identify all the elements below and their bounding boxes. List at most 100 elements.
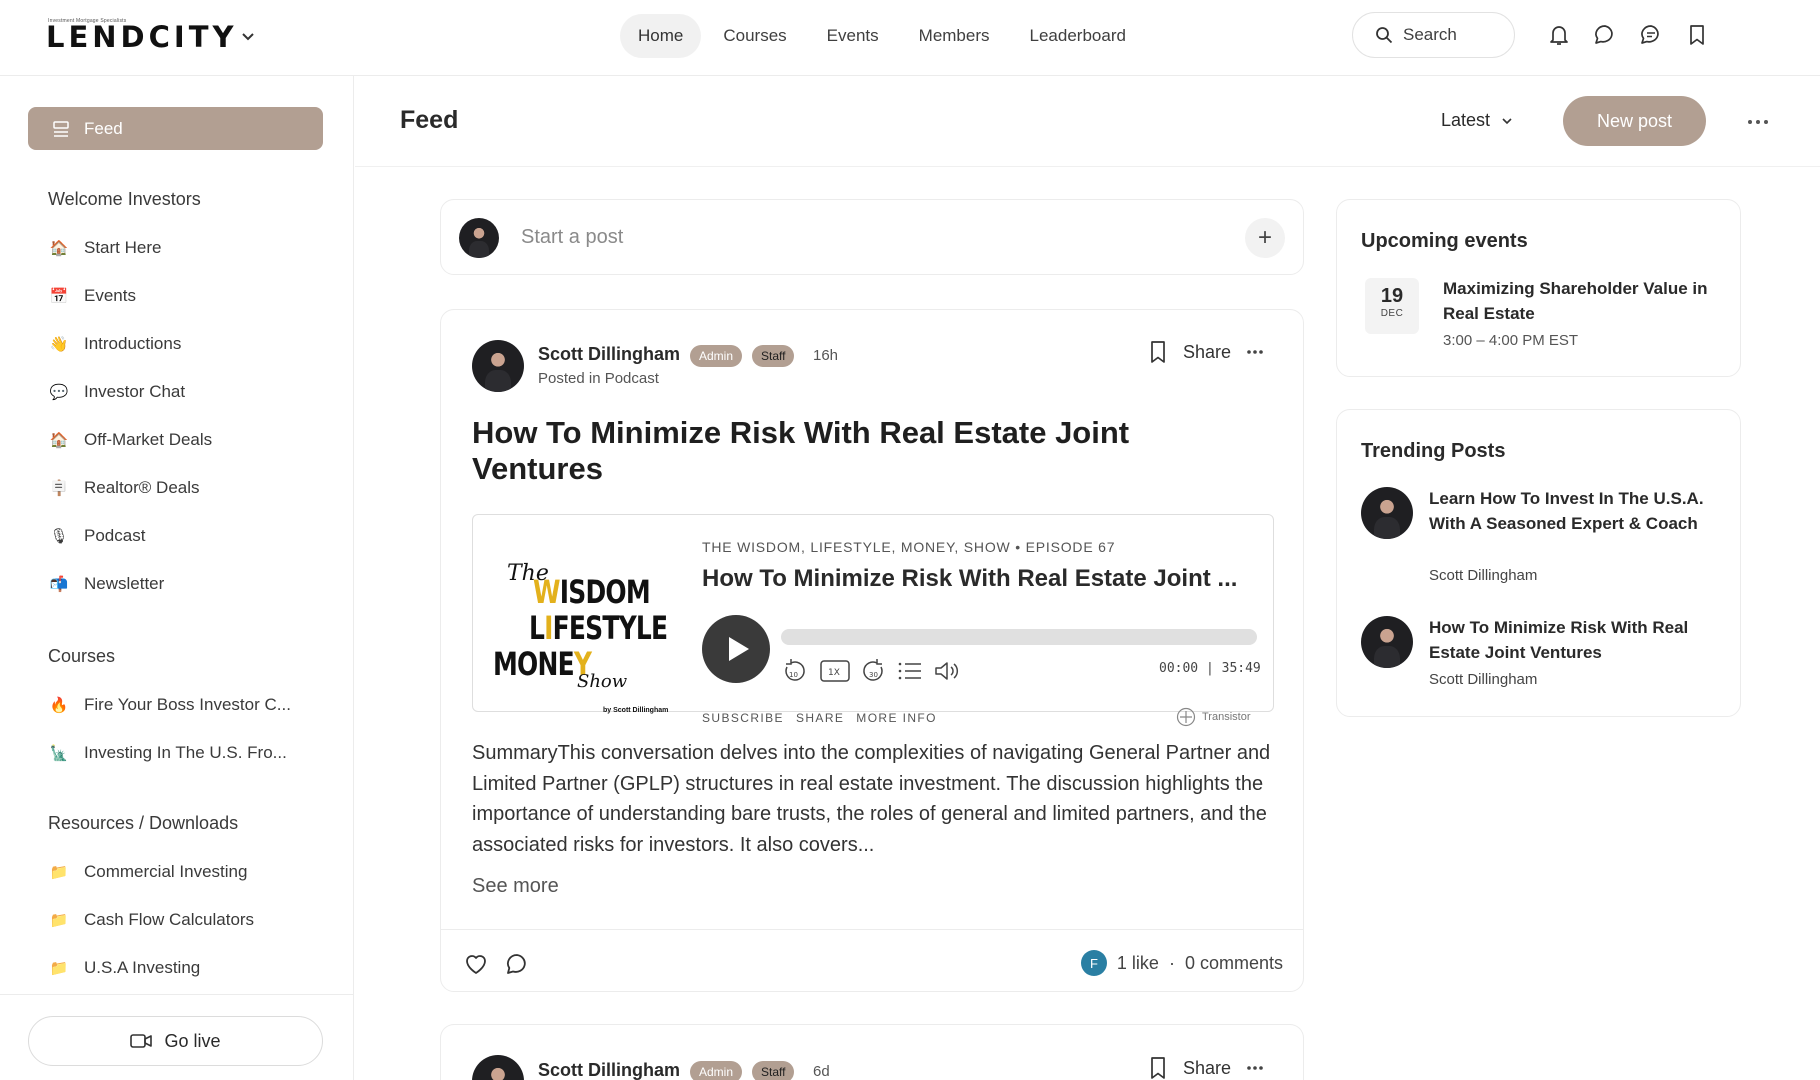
trending-post-title[interactable]: Learn How To Invest In The U.S.A. With A… — [1429, 486, 1719, 536]
subscribe-link[interactable]: SUBSCRIBE — [702, 711, 784, 725]
transistor-link[interactable]: Transistor — [1176, 707, 1251, 727]
chevron-down-icon[interactable] — [238, 26, 258, 46]
sidebar-item-investor-chat[interactable]: 💬 Investor Chat — [48, 380, 185, 404]
avatar[interactable] — [1361, 487, 1413, 539]
lendcity-logo[interactable]: Investment Mortgage Specialists LENDCITY — [46, 18, 238, 56]
feed-header: Feed Latest New post — [355, 76, 1820, 167]
search-button[interactable]: Search — [1352, 12, 1515, 58]
svg-text:30: 30 — [869, 671, 878, 679]
trending-post-title[interactable]: How To Minimize Risk With Real Estate Jo… — [1429, 615, 1719, 665]
nav-courses[interactable]: Courses — [705, 14, 804, 58]
sidebar-item-label: Start Here — [84, 238, 162, 257]
cover-lifestyle: LIFESTYLE — [529, 609, 668, 647]
more-options-icon[interactable] — [1745, 110, 1771, 134]
sidebar-item-cash-flow-calculators[interactable]: 📁 Cash Flow Calculators — [48, 908, 254, 932]
avatar[interactable] — [1361, 616, 1413, 668]
sidebar-item-label: Commercial Investing — [84, 862, 248, 881]
comment-icon[interactable] — [504, 951, 530, 977]
author-avatar[interactable] — [472, 1055, 524, 1080]
play-button[interactable] — [702, 615, 770, 683]
post-actions: Share — [1147, 340, 1265, 364]
sidebar-item-podcast[interactable]: 🎙 Podcast — [48, 524, 145, 548]
avatar — [459, 218, 499, 258]
sidebar-item-label: Newsletter — [84, 574, 165, 593]
new-post-button[interactable]: New post — [1563, 96, 1706, 146]
sidebar-item-events[interactable]: 📅 Events — [48, 284, 136, 308]
start-post-placeholder[interactable]: Start a post — [521, 226, 623, 249]
folder-icon: 📁 — [49, 912, 69, 929]
trending-post-author[interactable]: Scott Dillingham — [1429, 671, 1537, 688]
more-options-icon[interactable] — [1245, 1058, 1265, 1078]
heart-icon[interactable] — [463, 951, 489, 977]
sidebar-item-label: Cash Flow Calculators — [84, 910, 255, 929]
share-link[interactable]: SHARE — [796, 711, 844, 725]
progress-bar[interactable] — [781, 629, 1257, 645]
post-time[interactable]: 16h — [813, 347, 838, 364]
post-time[interactable]: 6d — [813, 1063, 830, 1080]
post-author[interactable]: Scott Dillingham — [538, 1060, 680, 1080]
sidebar-item-introductions[interactable]: 👋 Introductions — [48, 332, 182, 356]
post-title[interactable]: How To Minimize Risk With Real Estate Jo… — [472, 415, 1152, 487]
sidebar-item-off-market-deals[interactable]: 🏠 Off-Market Deals — [48, 428, 213, 452]
sidebar-item-usa-investing[interactable]: 📁 U.S.A Investing — [48, 956, 201, 980]
liker-avatar[interactable]: F — [1080, 950, 1107, 976]
nav-members[interactable]: Members — [901, 14, 1008, 58]
likes-count[interactable]: 1 like — [1117, 953, 1159, 974]
sidebar-item-investing-in-us[interactable]: 🗽 Investing In The U.S. Fro... — [48, 741, 287, 765]
messages-icon[interactable] — [1638, 22, 1664, 48]
sidebar-item-start-here[interactable]: 🏠 Start Here — [48, 236, 162, 260]
nav-leaderboard[interactable]: Leaderboard — [1012, 14, 1144, 58]
sidebar-item-fire-your-boss[interactable]: 🔥 Fire Your Boss Investor C... — [48, 693, 291, 717]
bookmark-icon[interactable] — [1684, 22, 1710, 48]
transistor-label: Transistor — [1202, 711, 1251, 723]
forward-30-icon[interactable]: 30 — [861, 657, 887, 685]
playback-speed-icon[interactable]: 1X — [819, 657, 851, 685]
chat-bubble-icon[interactable] — [1592, 22, 1618, 48]
rewind-10-icon[interactable]: 10 — [781, 657, 807, 685]
volume-icon[interactable] — [933, 657, 961, 685]
episode-title: How To Minimize Risk With Real Estate Jo… — [702, 565, 1238, 592]
bookmark-icon[interactable] — [1147, 340, 1169, 364]
posted-in[interactable]: Posted in Podcast — [538, 370, 659, 387]
share-button[interactable]: Share — [1183, 1058, 1231, 1079]
go-live-button[interactable]: Go live — [28, 1016, 323, 1066]
bookmark-icon[interactable] — [1147, 1056, 1169, 1080]
event-day: 19 — [1380, 285, 1404, 307]
search-icon — [1376, 27, 1393, 44]
nav-events[interactable]: Events — [809, 14, 897, 58]
sidebar-item-feed[interactable]: Feed — [28, 107, 323, 150]
see-more-link[interactable]: See more — [472, 875, 559, 898]
logo-tagline: Investment Mortgage Specialists — [48, 18, 127, 24]
sidebar-item-commercial-investing[interactable]: 📁 Commercial Investing — [48, 860, 248, 884]
trending-post-author[interactable]: Scott Dillingham — [1429, 567, 1537, 584]
mailbox-icon: 📬 — [49, 576, 69, 593]
sidebar-item-newsletter[interactable]: 📬 Newsletter — [48, 572, 165, 596]
feed-icon — [53, 120, 69, 137]
comments-count[interactable]: 0 comments — [1185, 953, 1283, 974]
sidebar-item-label: Realtor® Deals — [84, 478, 200, 497]
podcast-player: The WISDOM LIFESTYLE MONEY Show by Scott… — [472, 514, 1274, 727]
more-options-icon[interactable] — [1245, 342, 1265, 362]
post-author[interactable]: Scott Dillingham — [538, 344, 680, 365]
sidebar-item-realtor-deals[interactable]: 🪧 Realtor® Deals — [48, 476, 200, 500]
add-post-button[interactable]: + — [1245, 218, 1285, 258]
event-title[interactable]: Maximizing Shareholder Value in Real Est… — [1443, 276, 1723, 326]
folder-icon: 📁 — [49, 864, 69, 881]
nav-home[interactable]: Home — [620, 14, 702, 58]
go-live-label: Go live — [164, 1030, 221, 1051]
more-info-link[interactable]: MORE INFO — [856, 711, 937, 725]
post-summary: SummaryThis conversation delves into the… — [472, 742, 1271, 856]
event-date: 19 DEC — [1365, 278, 1419, 334]
share-button[interactable]: Share — [1183, 342, 1231, 363]
sidebar-item-label: Off-Market Deals — [84, 430, 213, 449]
svg-text:10: 10 — [789, 671, 798, 679]
logo-wordmark: LENDCITY — [46, 20, 238, 54]
sort-dropdown[interactable]: Latest — [1441, 110, 1514, 131]
start-post-card[interactable]: Start a post + — [440, 199, 1304, 275]
author-avatar[interactable] — [472, 340, 524, 392]
house-icon: 🏠 — [49, 240, 69, 257]
playlist-icon[interactable] — [897, 657, 923, 685]
bell-icon[interactable] — [1546, 22, 1572, 48]
event-month: DEC — [1380, 308, 1404, 319]
admin-badge: Admin — [690, 345, 743, 367]
